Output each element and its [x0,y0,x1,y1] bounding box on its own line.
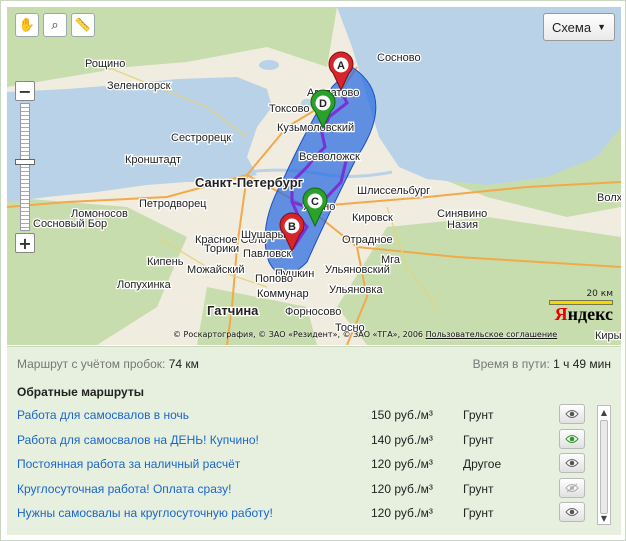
route-link[interactable]: Постоянная работа за наличный расчёт [17,457,240,471]
map-type-label: Схема [551,19,592,35]
place-label: Форносово [285,306,341,318]
route-cargo: Грунт [463,408,494,422]
route-link[interactable]: Работа для самосвалов в ночь [17,408,189,422]
map-scale: 20 км [549,289,613,305]
zoom-in-button[interactable]: + [15,233,35,253]
route-price: 120 руб./м³ [371,481,433,496]
marker-a-label: A [337,60,345,72]
zoom-out-button[interactable]: − [15,81,35,101]
chevron-down-icon: ▼ [597,22,606,32]
route-row: Работа для самосвалов в ночь 150 руб./м³… [17,403,591,428]
route-price: 140 руб./м³ [371,432,433,447]
place-label: Гатчина [207,303,259,318]
routes-list: Работа для самосвалов в ночь 150 руб./м³… [17,403,591,526]
eye-icon[interactable] [559,502,585,522]
route-row: Нужны самосвалы на круглосуточную работу… [17,501,591,526]
route-cargo: Грунт [463,432,494,447]
yandex-logo-text: ндекс [567,304,613,324]
map-copyright: © Роскартография, © ЗАО «Резидент», © ЗА… [173,330,557,339]
place-label: Синявино [437,208,487,220]
place-label: Кузьмоловский [277,122,354,134]
place-label: Санкт-Петербург [195,175,304,190]
place-label: Шлиссельбург [357,185,430,197]
ruler-icon[interactable]: 📏 [71,13,95,37]
distance-value: 74 км [168,357,199,371]
route-link[interactable]: Нужны самосвалы на круглосуточную работу… [17,506,273,520]
place-label: Шушары [241,229,286,241]
hand-icon[interactable]: ✋ [15,13,39,37]
route-price: 150 руб./м³ [371,408,433,422]
route-cargo: Грунт [463,506,494,520]
place-label: Кирыши [595,330,621,342]
place-label: Можайский [187,264,245,276]
place-label: Рощино [85,58,125,70]
eye-off-icon[interactable] [559,477,585,498]
map-view[interactable]: Зеленогорск Сестрорецк Кронштадт Санкт-Пете… [7,7,621,345]
place-label: Зеленогорск [107,80,171,92]
place-label: Попово [255,273,293,285]
zoom-slider-track[interactable] [20,103,30,231]
route-price: 120 руб./м³ [371,457,433,471]
route-price: 120 руб./м³ [371,506,433,520]
place-label: Торики [204,243,239,255]
magnifier-icon[interactable]: ⌕ [43,13,67,37]
route-info-panel: Маршрут с учётом пробок: 74 км Время в п… [7,346,621,535]
place-label: Отрадное [342,234,393,246]
eye-icon[interactable] [559,428,585,449]
route-widget: Зеленогорск Сестрорецк Кронштадт Санкт-Пете… [0,0,626,541]
place-label: Коммунар [257,288,309,300]
marker-c-label: C [311,196,319,208]
route-row: Постоянная работа за наличный расчёт 120… [17,452,591,477]
route-row: Работа для самосвалов на ДЕНЬ! Купчино! … [17,428,591,453]
route-cargo: Грунт [463,481,494,496]
time-label: Время в пути: [472,357,550,371]
zoom-slider-handle[interactable] [15,159,35,165]
eye-icon[interactable] [559,404,585,424]
place-label: Сестрорецк [171,132,231,144]
map-type-dropdown[interactable]: Схема ▼ [542,13,615,41]
yandex-logo: Яндекс [554,304,613,324]
route-link[interactable]: Круглосуточная работа! Оплата сразу! [17,482,231,496]
marker-d-label: D [319,98,327,110]
distance-label: Маршрут с учётом пробок: [17,357,166,371]
scrollbar-thumb[interactable] [600,420,608,514]
route-link[interactable]: Работа для самосвалов на ДЕНЬ! Купчино! [17,433,259,447]
place-label: Кировск [352,212,393,224]
time-value: 1 ч 49 мин [553,357,611,371]
place-label: Всеволожск [299,151,360,163]
scale-label: 20 км [586,289,613,299]
route-cargo: Другое [463,457,502,471]
place-label: Павловск [243,248,291,260]
scroll-down-icon[interactable]: ▼ [598,512,610,524]
place-label: Сосновый Бор [33,218,107,230]
map-toolbar: ✋ ⌕ 📏 [15,13,95,37]
place-label: Кронштадт [125,154,181,166]
copyright-text: © Роскартография, © ЗАО «Резидент», © ЗА… [173,330,424,339]
place-label: Ульяновка [329,284,383,296]
eye-icon[interactable] [559,453,585,473]
place-label: Кипень [147,256,184,268]
routes-heading: Обратные маршруты [17,385,144,399]
routes-scrollbar[interactable]: ▲ ▼ [597,405,611,525]
place-label: Лопухинка [117,279,172,291]
scroll-up-icon[interactable]: ▲ [598,406,610,418]
place-label: Сосново [377,52,421,64]
place-label: Токсово [269,103,310,115]
place-label: Петродворец [139,198,207,210]
terms-link[interactable]: Пользовательское соглашение [426,330,558,339]
map-canvas: Зеленогорск Сестрорецк Кронштадт Санкт-Пете… [7,7,621,345]
place-label: Волхов [597,192,621,204]
travel-time: Время в пути: 1 ч 49 мин [473,357,611,371]
zoom-control: − + [15,81,35,253]
marker-b-label: B [288,221,296,233]
place-label: Ульяновский [325,264,390,276]
route-summary: Маршрут с учётом пробок: 74 км Время в п… [17,357,611,371]
place-label: Назия [447,219,478,231]
route-row: Круглосуточная работа! Оплата сразу! 120… [17,477,591,502]
